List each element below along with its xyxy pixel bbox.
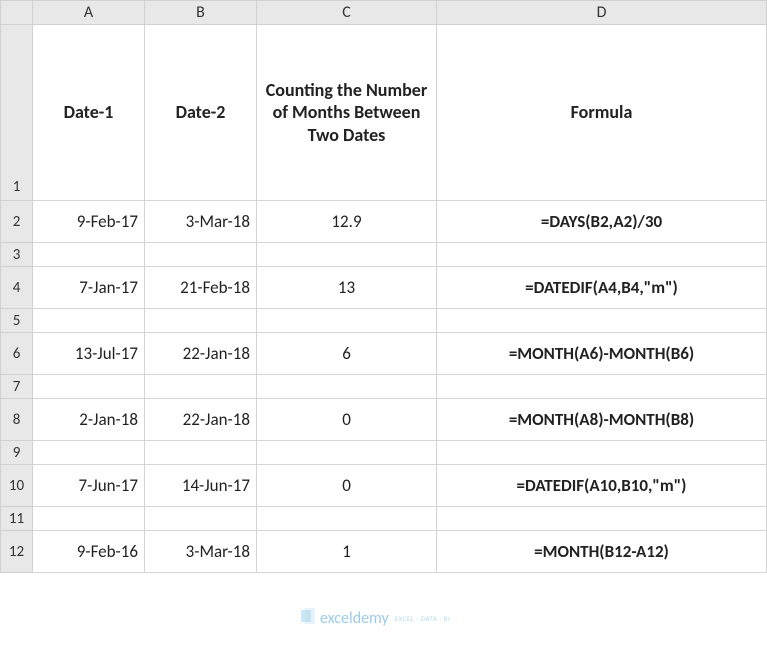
cell-C5[interactable]: [257, 309, 437, 333]
cell-D3[interactable]: [437, 243, 767, 267]
cell-B1[interactable]: Date-2: [145, 25, 257, 201]
watermark: exceldemy EXCEL · DATA · BI: [300, 608, 450, 629]
table-row: 10 7-Jun-17 14-Jun-17 0 =DATEDIF(A10,B10…: [1, 465, 767, 507]
cell-C4[interactable]: 13: [257, 267, 437, 309]
cell-D5[interactable]: [437, 309, 767, 333]
row-header-6[interactable]: 6: [1, 333, 33, 375]
table-row: 2 9-Feb-17 3-Mar-18 12.9 =DAYS(B2,A2)/30: [1, 201, 767, 243]
row-header-7[interactable]: 7: [1, 375, 33, 399]
column-header-row: A B C D: [1, 1, 767, 25]
table-row: 6 13-Jul-17 22-Jan-18 6 =MONTH(A6)-MONTH…: [1, 333, 767, 375]
cell-D9[interactable]: [437, 441, 767, 465]
cell-A5[interactable]: [33, 309, 145, 333]
col-header-B[interactable]: B: [145, 1, 257, 25]
cell-A8[interactable]: 2-Jan-18: [33, 399, 145, 441]
table-row: 11: [1, 507, 767, 531]
cell-B11[interactable]: [145, 507, 257, 531]
cell-D7[interactable]: [437, 375, 767, 399]
cell-C12[interactable]: 1: [257, 531, 437, 573]
cell-B7[interactable]: [145, 375, 257, 399]
row-header-2[interactable]: 2: [1, 201, 33, 243]
col-header-D[interactable]: D: [437, 1, 767, 25]
cell-C9[interactable]: [257, 441, 437, 465]
row-header-5[interactable]: 5: [1, 309, 33, 333]
cell-A10[interactable]: 7-Jun-17: [33, 465, 145, 507]
cell-A4[interactable]: 7-Jan-17: [33, 267, 145, 309]
row-header-9[interactable]: 9: [1, 441, 33, 465]
table-row: 8 2-Jan-18 22-Jan-18 0 =MONTH(A8)-MONTH(…: [1, 399, 767, 441]
row-header-11[interactable]: 11: [1, 507, 33, 531]
cell-D8[interactable]: =MONTH(A8)-MONTH(B8): [437, 399, 767, 441]
cell-D6[interactable]: =MONTH(A6)-MONTH(B6): [437, 333, 767, 375]
cell-A3[interactable]: [33, 243, 145, 267]
watermark-tag: EXCEL · DATA · BI: [395, 614, 451, 623]
watermark-brand: exceldemy: [320, 609, 389, 628]
cell-D10[interactable]: =DATEDIF(A10,B10,"m"): [437, 465, 767, 507]
cell-A2[interactable]: 9-Feb-17: [33, 201, 145, 243]
row-header-8[interactable]: 8: [1, 399, 33, 441]
row-header-4[interactable]: 4: [1, 267, 33, 309]
row-header-1[interactable]: 1: [1, 25, 33, 201]
table-row: 12 9-Feb-16 3-Mar-18 1 =MONTH(B12-A12): [1, 531, 767, 573]
cell-C1[interactable]: Counting the Number of Months Between Tw…: [257, 25, 437, 201]
cell-D1[interactable]: Formula: [437, 25, 767, 201]
cell-D11[interactable]: [437, 507, 767, 531]
cell-D2[interactable]: =DAYS(B2,A2)/30: [437, 201, 767, 243]
cell-B6[interactable]: 22-Jan-18: [145, 333, 257, 375]
table-row: 7: [1, 375, 767, 399]
row-header-10[interactable]: 10: [1, 465, 33, 507]
cell-A12[interactable]: 9-Feb-16: [33, 531, 145, 573]
cell-B8[interactable]: 22-Jan-18: [145, 399, 257, 441]
cell-C10[interactable]: 0: [257, 465, 437, 507]
table-header-row: 1 Date-1 Date-2 Counting the Number of M…: [1, 25, 767, 201]
spreadsheet-grid[interactable]: A B C D 1 Date-1 Date-2 Counting the Num…: [0, 0, 767, 573]
cell-A11[interactable]: [33, 507, 145, 531]
row-header-12[interactable]: 12: [1, 531, 33, 573]
cell-B9[interactable]: [145, 441, 257, 465]
cell-B10[interactable]: 14-Jun-17: [145, 465, 257, 507]
cell-C7[interactable]: [257, 375, 437, 399]
cell-B3[interactable]: [145, 243, 257, 267]
cell-C2[interactable]: 12.9: [257, 201, 437, 243]
select-all-corner[interactable]: [1, 1, 33, 25]
cell-A9[interactable]: [33, 441, 145, 465]
cell-B2[interactable]: 3-Mar-18: [145, 201, 257, 243]
row-header-3[interactable]: 3: [1, 243, 33, 267]
col-header-A[interactable]: A: [33, 1, 145, 25]
cell-C11[interactable]: [257, 507, 437, 531]
table-row: 9: [1, 441, 767, 465]
table-row: 3: [1, 243, 767, 267]
col-header-C[interactable]: C: [257, 1, 437, 25]
cell-B5[interactable]: [145, 309, 257, 333]
cell-C3[interactable]: [257, 243, 437, 267]
cell-A6[interactable]: 13-Jul-17: [33, 333, 145, 375]
cell-D12[interactable]: =MONTH(B12-A12): [437, 531, 767, 573]
cell-B12[interactable]: 3-Mar-18: [145, 531, 257, 573]
cell-B4[interactable]: 21-Feb-18: [145, 267, 257, 309]
cell-C8[interactable]: 0: [257, 399, 437, 441]
cell-C6[interactable]: 6: [257, 333, 437, 375]
excel-icon: [300, 608, 316, 629]
cell-D4[interactable]: =DATEDIF(A4,B4,"m"): [437, 267, 767, 309]
cell-A7[interactable]: [33, 375, 145, 399]
table-row: 4 7-Jan-17 21-Feb-18 13 =DATEDIF(A4,B4,"…: [1, 267, 767, 309]
grid-body: 1 Date-1 Date-2 Counting the Number of M…: [1, 25, 767, 573]
table-row: 5: [1, 309, 767, 333]
cell-A1[interactable]: Date-1: [33, 25, 145, 201]
